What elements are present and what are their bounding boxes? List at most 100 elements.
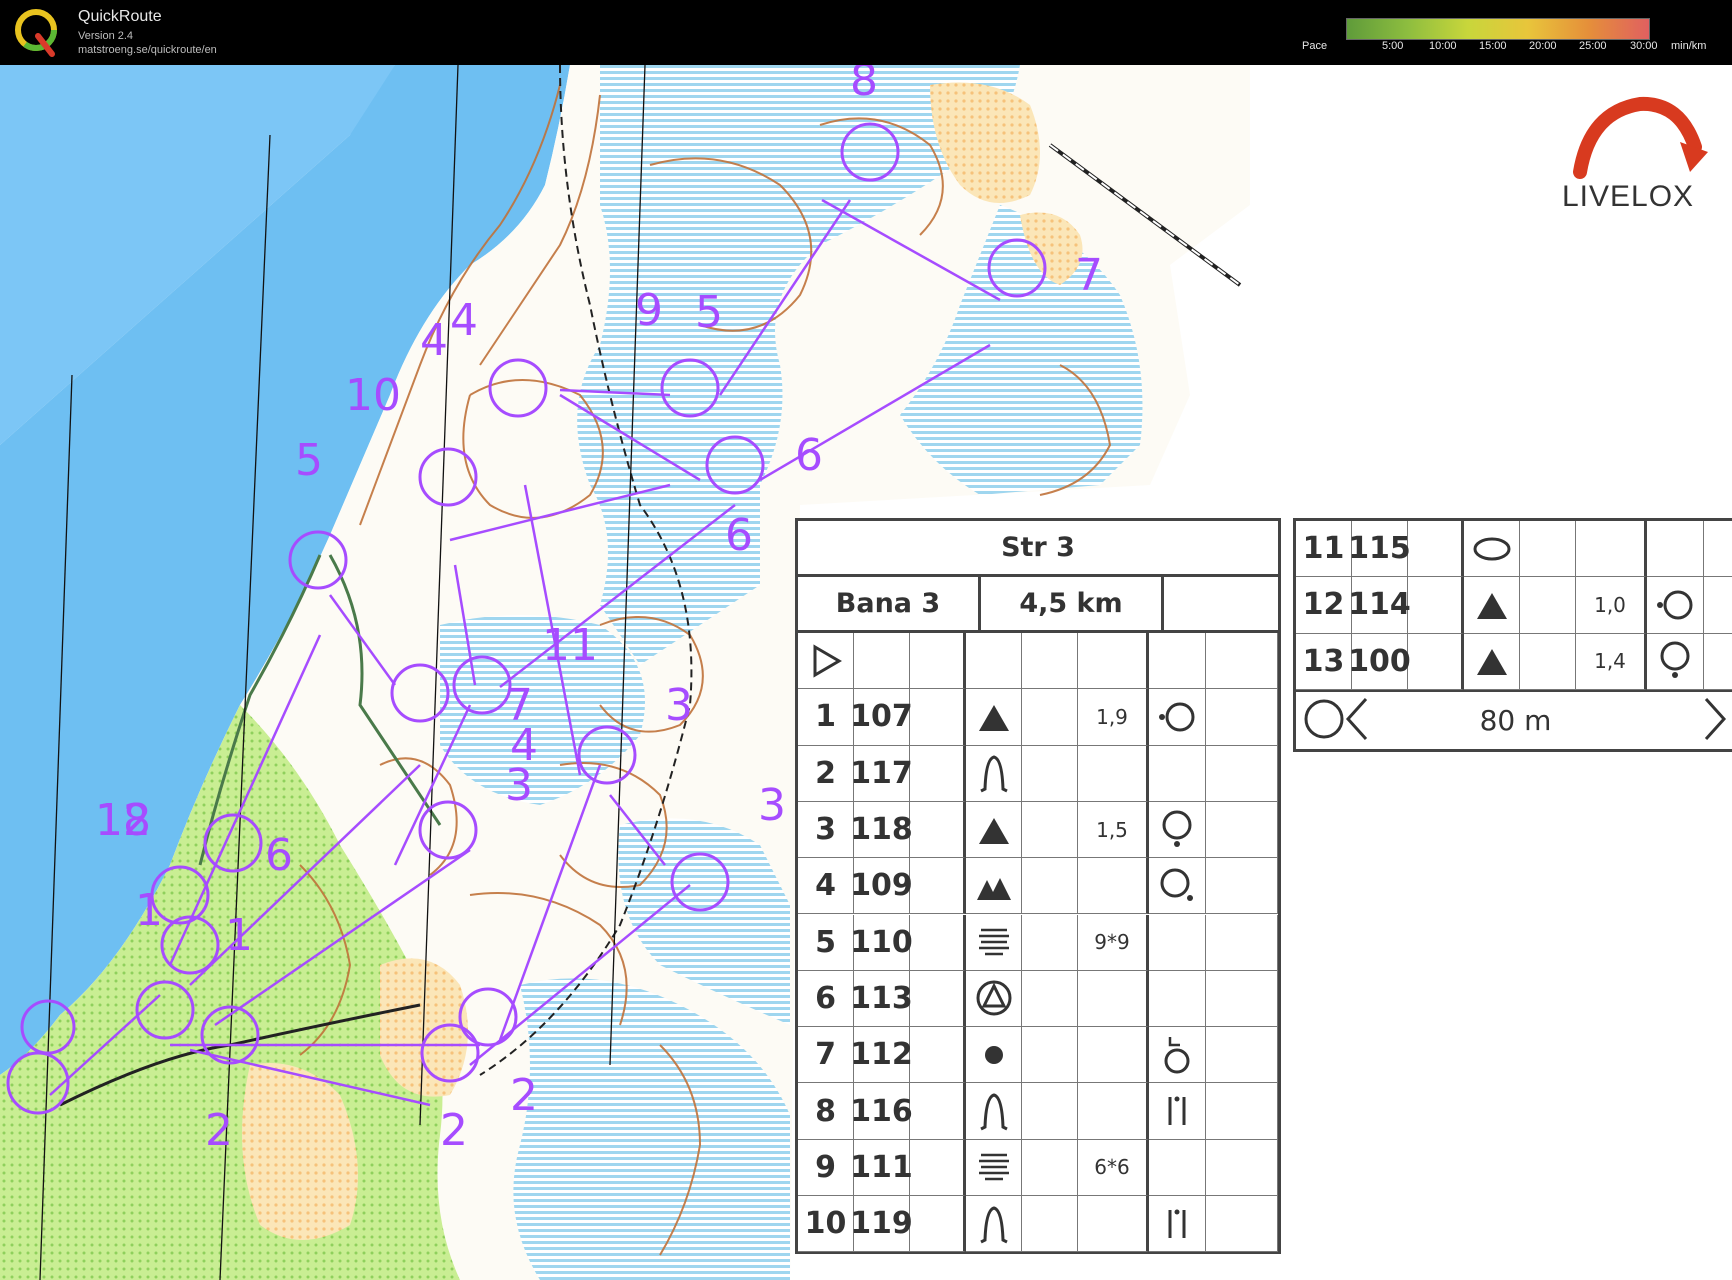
blank-cell bbox=[1206, 970, 1278, 1028]
dimension-cell: 9*9 bbox=[1078, 914, 1149, 971]
blank-cell bbox=[1022, 689, 1078, 746]
control-code: 116 bbox=[850, 1083, 913, 1140]
between-icon bbox=[1168, 1096, 1186, 1126]
control-number: 10 bbox=[798, 1196, 854, 1253]
pace-tick: 30:00 bbox=[1630, 40, 1658, 52]
control-number: 4 bbox=[798, 858, 854, 915]
control-label: 6 bbox=[795, 430, 823, 481]
blank-cell bbox=[910, 801, 966, 859]
blank-cell bbox=[1022, 914, 1078, 971]
west-side-circle-icon bbox=[1159, 702, 1195, 732]
blank-cell bbox=[910, 858, 966, 915]
blank-cell bbox=[1704, 521, 1732, 578]
location-cell bbox=[1647, 577, 1704, 634]
feature-cell bbox=[966, 970, 1022, 1028]
feature-cell bbox=[1464, 521, 1520, 578]
blank-cell bbox=[1022, 1139, 1078, 1196]
feature-cell bbox=[966, 1139, 1022, 1196]
blank-cell bbox=[1022, 1027, 1078, 1084]
control-number: 5 bbox=[798, 914, 854, 971]
blank-cell bbox=[854, 633, 910, 690]
blank-cell bbox=[1206, 689, 1278, 746]
blank-cell bbox=[910, 970, 966, 1028]
blank-cell bbox=[1206, 1027, 1278, 1084]
blank-cell bbox=[1206, 858, 1278, 915]
event-title: Str 3 bbox=[798, 521, 1278, 577]
feature-cell bbox=[966, 1083, 1022, 1140]
blank-cell bbox=[1022, 745, 1078, 802]
location-cell bbox=[1149, 970, 1206, 1028]
feature-cell bbox=[966, 745, 1022, 802]
dimension-cell: 1,9 bbox=[1078, 689, 1149, 746]
feature-cell bbox=[966, 858, 1022, 915]
knoll-icon bbox=[1476, 592, 1507, 619]
location-cell bbox=[1149, 1139, 1206, 1196]
blank-cell bbox=[1206, 801, 1278, 859]
blank-cell bbox=[1408, 577, 1464, 634]
control-label: 3 bbox=[665, 680, 693, 731]
southeast-circle-icon bbox=[1160, 868, 1193, 901]
control-code: 112 bbox=[850, 1027, 913, 1084]
control-code: 109 bbox=[850, 858, 913, 915]
control-code: 107 bbox=[850, 689, 913, 746]
control-label: 10 bbox=[345, 370, 401, 421]
quickroute-q-logo-icon bbox=[15, 9, 57, 57]
app-title: QuickRoute bbox=[78, 8, 162, 25]
double-knoll-icon bbox=[976, 877, 1011, 900]
blank-cell bbox=[1022, 633, 1078, 690]
feature-cell bbox=[966, 689, 1022, 746]
dimension-cell bbox=[1078, 1083, 1149, 1140]
control-label: 3 bbox=[505, 760, 533, 811]
spur-icon bbox=[979, 1206, 1008, 1243]
boulder-in-circle-icon bbox=[976, 980, 1011, 1016]
pace-tick: 15:00 bbox=[1479, 40, 1507, 52]
dimension-cell bbox=[1078, 1196, 1149, 1253]
dimension-cell: 1,5 bbox=[1078, 801, 1149, 859]
feature-cell bbox=[966, 914, 1022, 971]
control-number: 12 bbox=[1296, 577, 1352, 634]
blank-cell bbox=[1520, 521, 1576, 578]
control-description-panel-continued: 80 m 11 115 12 114 1,0 13 100 1,4 bbox=[1293, 518, 1732, 752]
blank-cell bbox=[1408, 633, 1464, 690]
location-cell bbox=[1149, 745, 1206, 802]
blank-cell bbox=[1704, 577, 1732, 634]
control-code: 117 bbox=[850, 745, 913, 802]
feature-cell bbox=[966, 801, 1022, 859]
location-cell bbox=[1149, 689, 1206, 746]
control-label: 11 bbox=[542, 620, 598, 671]
ellipse-icon bbox=[1473, 537, 1510, 561]
blank-cell bbox=[1520, 633, 1576, 690]
control-label: 9 bbox=[635, 285, 663, 336]
blank-cell bbox=[1022, 1083, 1078, 1140]
knoll-icon bbox=[978, 704, 1009, 731]
start-triangle-icon bbox=[813, 643, 842, 678]
control-number: 9 bbox=[798, 1139, 854, 1196]
control-label: 5 bbox=[295, 435, 323, 486]
blank-cell bbox=[1022, 858, 1078, 915]
top-corner-circle-icon bbox=[1164, 1036, 1190, 1074]
control-number: 8 bbox=[798, 1083, 854, 1140]
dimension-cell: 1,4 bbox=[1576, 633, 1647, 690]
foot-circle-icon bbox=[1660, 641, 1690, 679]
control-label: 5 bbox=[695, 287, 723, 338]
blank-cell bbox=[1206, 633, 1278, 690]
knoll-icon bbox=[1476, 649, 1507, 676]
control-code: 115 bbox=[1348, 521, 1411, 578]
dimension-cell: 1,0 bbox=[1576, 577, 1647, 634]
top-bar: QuickRoute Version 2.4 matstroeng.se/qui… bbox=[0, 0, 1732, 65]
finish-distance: 80 m bbox=[1479, 704, 1552, 737]
dimension-cell bbox=[1576, 521, 1647, 578]
pace-color-bar bbox=[1346, 18, 1650, 40]
between-icon bbox=[1168, 1209, 1186, 1238]
control-label: 12 bbox=[95, 795, 151, 846]
control-number: 13 bbox=[1296, 633, 1352, 690]
control-label: 8 bbox=[850, 65, 878, 106]
control-label: 6 bbox=[265, 830, 293, 881]
blank-cell bbox=[1149, 633, 1206, 690]
spur-icon bbox=[979, 755, 1008, 793]
dimension-cell: 6*6 bbox=[1078, 1139, 1149, 1196]
pace-tick: 25:00 bbox=[1579, 40, 1607, 52]
feature-cell bbox=[1464, 633, 1520, 690]
blank-cell bbox=[1206, 1083, 1278, 1140]
control-label: 4 bbox=[450, 295, 478, 346]
